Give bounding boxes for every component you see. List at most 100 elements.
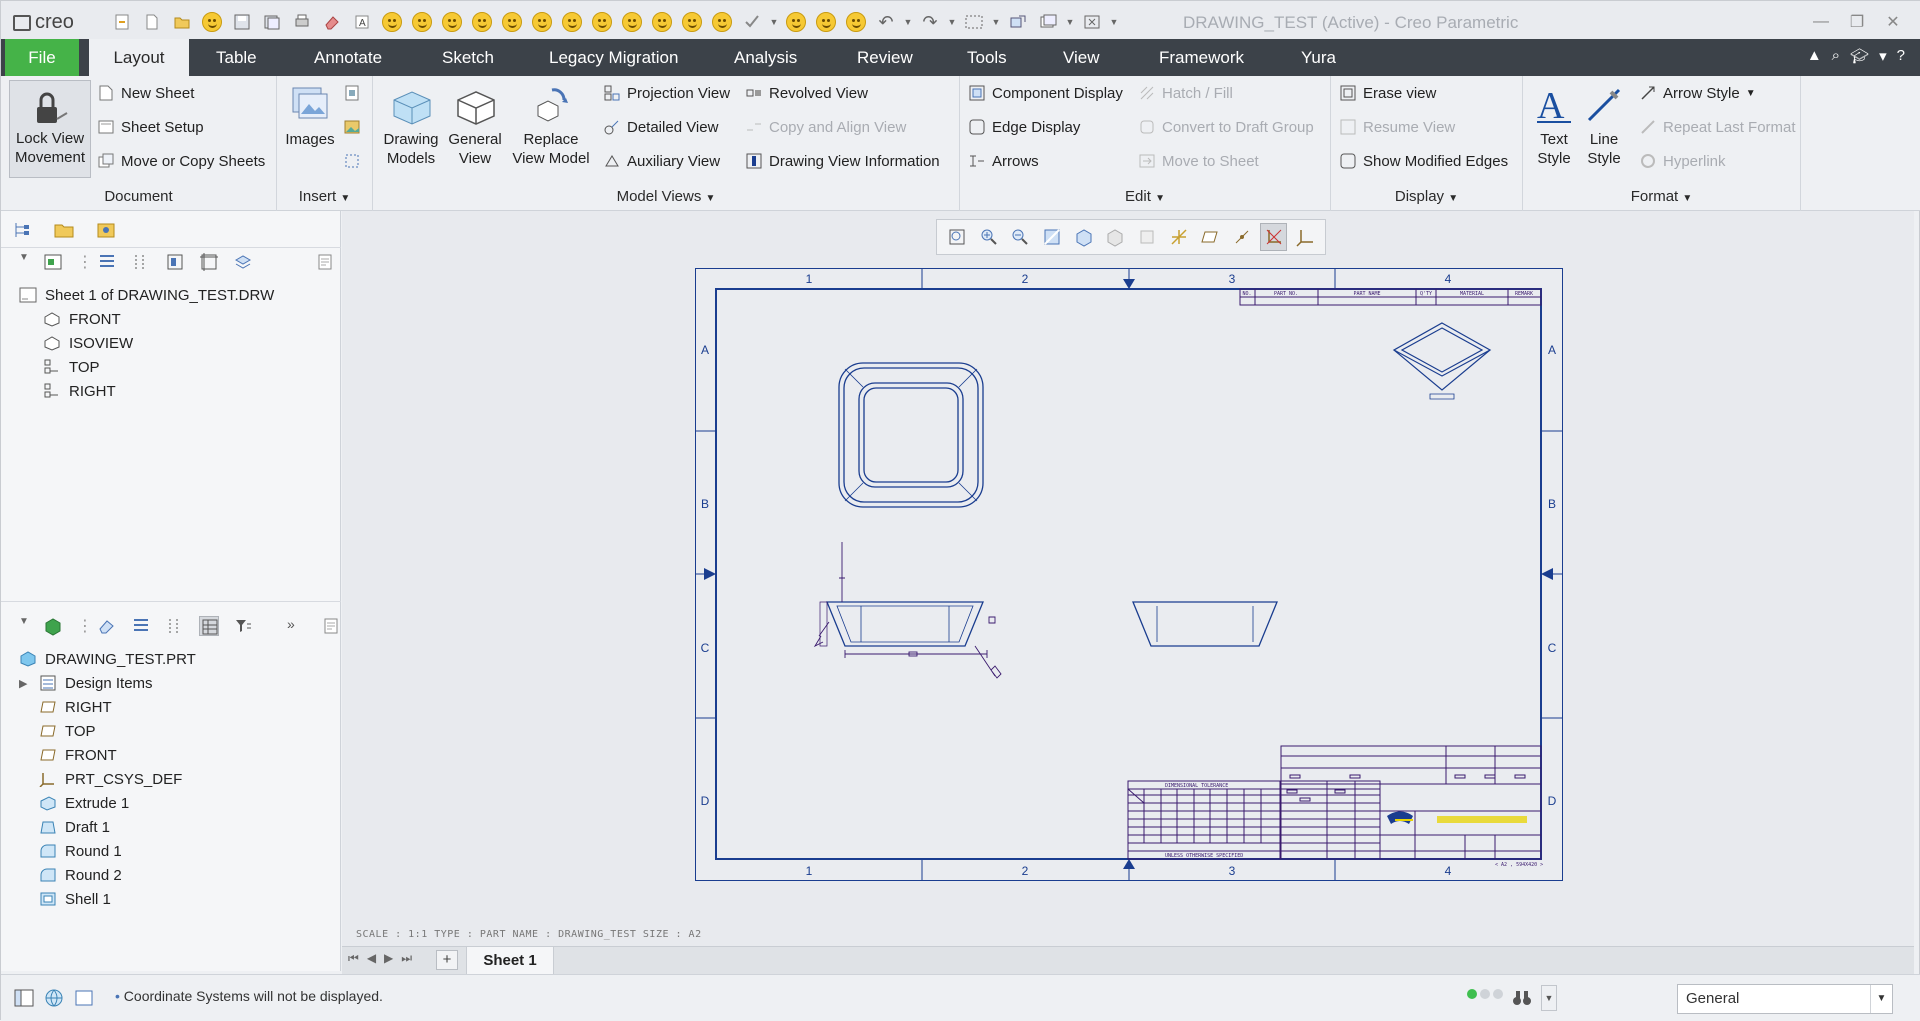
- hat-icon[interactable]: 🎓︎: [1850, 47, 1869, 65]
- repeat-last-format-button[interactable]: Repeat Last Format: [1639, 113, 1796, 141]
- tree-item-front-plane[interactable]: FRONT: [19, 743, 196, 767]
- regenerate-icon[interactable]: [109, 10, 135, 34]
- tree-list-icon[interactable]: [131, 616, 151, 636]
- format-group-label[interactable]: Format ▼: [1523, 188, 1800, 205]
- tab-sketch[interactable]: Sketch: [430, 39, 506, 76]
- restore-icon[interactable]: ❐: [1839, 9, 1875, 35]
- smiley-icon[interactable]: [409, 10, 435, 34]
- smiley-icon[interactable]: [199, 10, 225, 34]
- tab-analysis[interactable]: Analysis: [722, 39, 809, 76]
- smiley-icon[interactable]: [529, 10, 555, 34]
- save-copy-icon[interactable]: [259, 10, 285, 34]
- select-dropdown-icon[interactable]: ▼: [991, 17, 1001, 27]
- smiley-icon[interactable]: [589, 10, 615, 34]
- more-options-icon[interactable]: ⋮: [77, 616, 93, 636]
- tree-item-csys[interactable]: PRT_CSYS_DEF: [19, 767, 196, 791]
- insert-picture-button[interactable]: [343, 113, 361, 141]
- more-options-icon[interactable]: ⋮: [77, 252, 93, 272]
- tree-item-top-view[interactable]: TOP: [19, 355, 274, 379]
- search-icon[interactable]: ⌕: [1832, 47, 1840, 65]
- next-sheet-icon[interactable]: ▶: [384, 951, 393, 966]
- windows-icon[interactable]: [1035, 10, 1061, 34]
- save-icon[interactable]: [229, 10, 255, 34]
- selection-filter-select[interactable]: General ▼: [1677, 984, 1893, 1014]
- model-tree-tab-icon[interactable]: [11, 219, 33, 241]
- chevron-down-icon[interactable]: ▾: [1879, 47, 1887, 65]
- select-box-icon[interactable]: [961, 10, 987, 34]
- tree-settings-icon[interactable]: [315, 252, 335, 272]
- smiley-icon[interactable]: [619, 10, 645, 34]
- table-icon[interactable]: [199, 616, 219, 636]
- tree-item-round-2[interactable]: Round 2: [19, 863, 196, 887]
- insert-group-label[interactable]: Insert ▼: [277, 188, 372, 205]
- copy-align-view-button[interactable]: Copy and Align View: [745, 113, 906, 141]
- toggle-navigator-icon[interactable]: [13, 987, 35, 1009]
- edge-display-button[interactable]: Edge Display: [968, 113, 1080, 141]
- regeneration-status-icon[interactable]: [1467, 989, 1503, 999]
- tab-yura[interactable]: Yura: [1289, 39, 1348, 76]
- expand-panel-icon[interactable]: »: [287, 616, 307, 636]
- smiley-icon[interactable]: [499, 10, 525, 34]
- resume-view-button[interactable]: Resume View: [1339, 113, 1455, 141]
- display-style-icon[interactable]: [1070, 223, 1098, 251]
- erase-icon[interactable]: [319, 10, 345, 34]
- move-to-sheet-button[interactable]: Move to Sheet: [1138, 147, 1259, 175]
- images-button[interactable]: Images: [285, 82, 335, 149]
- browser-icon[interactable]: [43, 987, 65, 1009]
- tab-file[interactable]: File: [5, 39, 79, 76]
- smiley-icon[interactable]: [679, 10, 705, 34]
- tree-columns-icon[interactable]: [131, 252, 151, 272]
- tree-item-right-view[interactable]: RIGHT: [19, 379, 274, 403]
- find-icon[interactable]: [1511, 987, 1533, 1009]
- tree-item-round-1[interactable]: Round 1: [19, 839, 196, 863]
- arrow-style-button[interactable]: Arrow Style ▼: [1639, 79, 1756, 107]
- tree-item-design-items[interactable]: ▶ Design Items: [19, 671, 196, 695]
- full-screen-icon[interactable]: [73, 987, 95, 1009]
- redo-icon[interactable]: ↷: [917, 10, 943, 34]
- drawing-sheet[interactable]: 1 2 3 4 1 2 3 4 A B C D A B C D NO. PART…: [695, 268, 1565, 893]
- tree-item-front-view[interactable]: FRONT: [19, 307, 274, 331]
- smiley-icon[interactable]: [813, 10, 839, 34]
- switch-windows-icon[interactable]: [1005, 10, 1031, 34]
- move-copy-sheets-button[interactable]: Move or Copy Sheets: [97, 147, 265, 175]
- tree-item-draft-1[interactable]: Draft 1: [19, 815, 196, 839]
- tab-layout[interactable]: Layout: [89, 39, 189, 76]
- hatch-fill-button[interactable]: Hatch / Fill: [1138, 79, 1233, 107]
- datum-display-icon[interactable]: [1165, 223, 1193, 251]
- smiley-icon[interactable]: [783, 10, 809, 34]
- point-display-icon[interactable]: [1228, 223, 1256, 251]
- detailed-view-button[interactable]: Detailed View: [603, 113, 718, 141]
- windows-dropdown-icon[interactable]: ▼: [1065, 17, 1075, 27]
- tab-table[interactable]: Table: [204, 39, 269, 76]
- tab-tools[interactable]: Tools: [955, 39, 1019, 76]
- tree-item-extrude-1[interactable]: Extrude 1: [19, 791, 196, 815]
- print-icon[interactable]: [289, 10, 315, 34]
- auxiliary-view-button[interactable]: Auxiliary View: [603, 147, 720, 175]
- tree-list-icon[interactable]: [97, 252, 117, 272]
- favorites-tab-icon[interactable]: [95, 219, 117, 241]
- last-sheet-icon[interactable]: ⏭: [401, 951, 412, 966]
- smiley-icon[interactable]: [379, 10, 405, 34]
- eraser-icon[interactable]: [97, 616, 117, 636]
- undo-icon[interactable]: ↶: [873, 10, 899, 34]
- tab-view[interactable]: View: [1051, 39, 1112, 76]
- model-views-group-label[interactable]: Model Views ▼: [373, 188, 959, 205]
- tree-columns-icon[interactable]: [165, 616, 185, 636]
- qat-dropdown-icon[interactable]: ▼: [769, 17, 779, 27]
- repaint-icon[interactable]: [1038, 223, 1066, 251]
- csys-display-off-icon[interactable]: [1259, 223, 1288, 251]
- part-icon[interactable]: [43, 616, 63, 636]
- smiley-icon[interactable]: [439, 10, 465, 34]
- filter-icon[interactable]: [233, 616, 253, 636]
- csys-display-icon[interactable]: [1291, 223, 1319, 251]
- show-modified-edges-button[interactable]: Show Modified Edges: [1339, 147, 1508, 175]
- first-sheet-icon[interactable]: ⏮: [348, 951, 359, 966]
- tree-item-shell-1[interactable]: Shell 1: [19, 887, 196, 911]
- help-icon[interactable]: ?: [1897, 47, 1905, 65]
- tab-sheet-1[interactable]: Sheet 1: [466, 947, 554, 975]
- expand-model-tree-icon[interactable]: ▼: [19, 616, 29, 636]
- hyperlink-button[interactable]: Hyperlink: [1639, 147, 1726, 175]
- smiley-icon[interactable]: [469, 10, 495, 34]
- lock-view-movement-button[interactable]: Lock View Movement: [9, 80, 91, 178]
- folder-browser-tab-icon[interactable]: [53, 219, 75, 241]
